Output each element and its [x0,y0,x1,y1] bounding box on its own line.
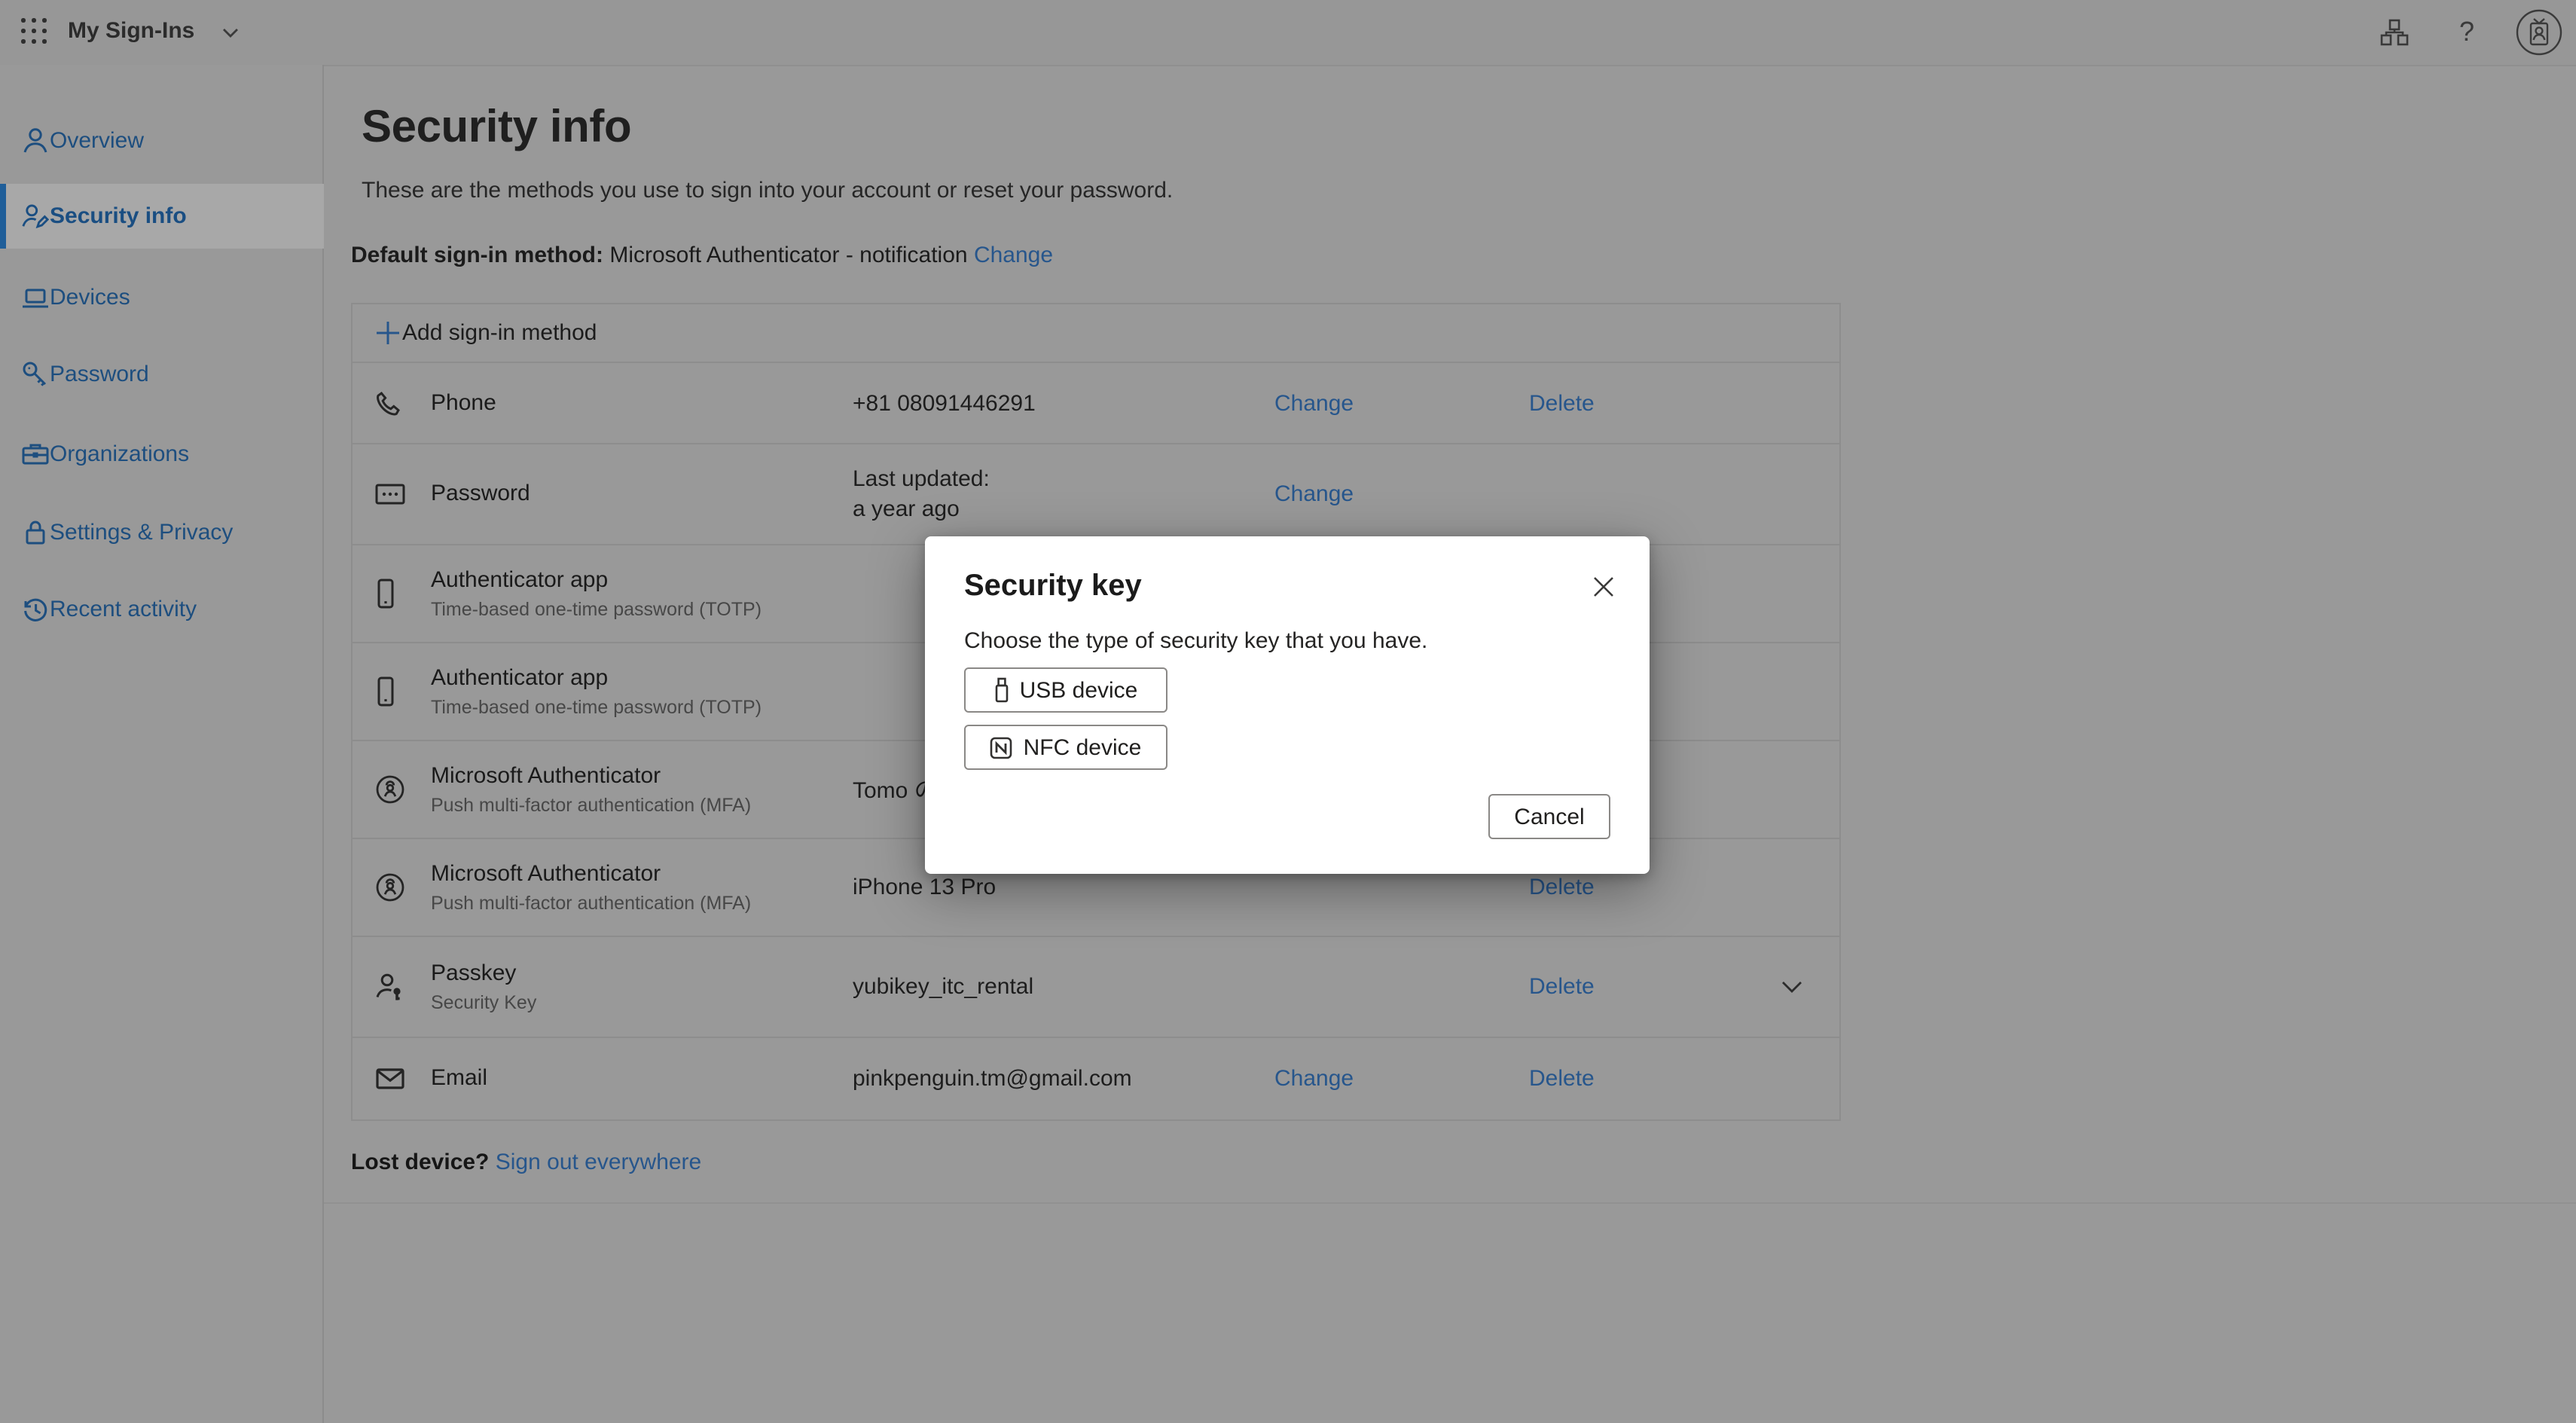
dialog-title: Security key [964,570,1142,604]
history-icon [21,595,50,624]
key-icon [21,360,50,389]
sidebar-item-devices[interactable]: Devices [0,265,324,330]
page-title: Security info [362,102,631,154]
nfc-device-button[interactable]: NFC device [964,725,1167,770]
app-title[interactable]: My Sign-Ins [68,18,194,44]
delete-link[interactable]: Delete [1529,974,1595,1000]
cancel-button-label: Cancel [1514,804,1584,829]
mobile-phone-icon [375,579,405,609]
method-sublabel: Push multi-factor authentication (MFA) [431,795,751,816]
top-app-bar: My Sign-Ins ? [0,0,2576,66]
method-label: Passkey [431,960,516,986]
lost-device-line: Lost device? Sign out everywhere [351,1150,701,1175]
table-row-passkey: Passkey Security Key yubikey_itc_rental … [353,936,1839,1037]
default-method-change-link[interactable]: Change [974,243,1053,268]
usb-stick-icon [994,676,1009,704]
close-icon[interactable] [1585,568,1621,604]
laptop-icon [21,283,50,312]
method-value: pinkpenguin.tm@gmail.com [853,1066,1132,1092]
footer-divider [324,1202,2576,1204]
authenticator-badge-icon [375,872,405,902]
usb-button-label: USB device [1020,677,1138,703]
expand-chevron-down-icon[interactable] [1781,980,1805,994]
sidebar-item-settings-privacy[interactable]: Settings & Privacy [0,500,324,565]
method-label: Phone [431,389,496,415]
nfc-icon [990,736,1013,759]
table-row-phone: Phone +81 08091446291 Change Delete [353,362,1839,443]
method-value: iPhone 13 Pro [853,875,996,900]
nfc-button-label: NFC device [1024,734,1142,760]
table-row-password: Password Last updated: a year ago Change [353,443,1839,544]
sidebar-item-label: Overview [50,128,144,154]
change-link[interactable]: Change [1274,390,1354,416]
mobile-phone-icon [375,676,405,707]
default-signin-method-line: Default sign-in method: Microsoft Authen… [351,243,1053,268]
briefcase-icon [21,440,50,469]
method-value: +81 08091446291 [853,390,1036,416]
page-subtitle: These are the methods you use to sign in… [362,178,1173,203]
password-last-updated: Last updated: [853,466,990,492]
phone-handset-icon [375,389,405,417]
password-updated-ago: a year ago [853,496,990,522]
page: My Sign-Ins ? [0,0,2576,1423]
sidebar-item-password[interactable]: Password [0,342,324,407]
method-sublabel: Time-based one-time password (TOTP) [431,697,762,718]
usb-device-button[interactable]: USB device [964,667,1167,713]
sidebar-nav: Overview Security info Devices [0,65,324,1423]
method-label: Email [431,1065,487,1091]
plus-icon [375,320,401,346]
lost-device-label: Lost device? [351,1150,489,1175]
change-link[interactable]: Change [1274,481,1354,507]
method-sublabel: Time-based one-time password (TOTP) [431,599,762,620]
table-row-email: Email pinkpenguin.tm@gmail.com Change De… [353,1037,1839,1119]
default-method-value: Microsoft Authenticator - notification [609,243,967,268]
sidebar-item-label: Security info [50,203,187,229]
passkey-person-key-icon [375,972,405,1002]
add-signin-method-row[interactable]: Add sign-in method [353,304,1839,362]
email-envelope-icon [375,1067,405,1091]
method-label: Authenticator app [431,665,608,691]
sidebar-item-organizations[interactable]: Organizations [0,422,324,487]
method-value: yubikey_itc_rental [853,974,1033,1000]
method-label: Microsoft Authenticator [431,763,661,789]
method-label: Password [431,481,530,506]
app-title-chevron-down-icon[interactable] [221,0,240,65]
password-dots-icon [375,482,405,506]
cancel-button[interactable]: Cancel [1488,794,1610,839]
app-launcher-waffle-icon[interactable] [21,18,47,44]
method-label: Authenticator app [431,567,608,593]
sidebar-item-security-info[interactable]: Security info [0,184,324,249]
method-label: Microsoft Authenticator [431,861,661,887]
delete-link[interactable]: Delete [1529,390,1595,416]
add-method-label: Add sign-in method [402,320,597,346]
sidebar-item-label: Settings & Privacy [50,520,233,545]
lock-icon [21,518,50,547]
person-edit-icon [21,202,50,231]
sidebar-item-label: Organizations [50,441,189,467]
delete-link[interactable]: Delete [1529,1066,1595,1092]
account-avatar[interactable] [2516,0,2562,65]
sidebar-item-label: Devices [50,285,130,310]
default-method-label: Default sign-in method: [351,243,603,268]
organization-switcher-icon[interactable] [2380,0,2409,65]
dialog-description: Choose the type of security key that you… [964,628,1427,654]
authenticator-badge-icon [375,774,405,805]
sidebar-item-label: Password [50,362,149,387]
method-sublabel: Security Key [431,992,536,1013]
sidebar-item-overview[interactable]: Overview [0,108,324,173]
person-icon [21,127,50,155]
sign-out-everywhere-link[interactable]: Sign out everywhere [496,1150,702,1175]
help-icon[interactable]: ? [2452,0,2481,65]
method-sublabel: Push multi-factor authentication (MFA) [431,893,751,914]
sidebar-item-label: Recent activity [50,597,197,622]
sidebar-item-recent-activity[interactable]: Recent activity [0,577,324,642]
security-key-dialog: Security key Choose the type of security… [925,536,1650,874]
delete-link[interactable]: Delete [1529,875,1595,900]
change-link[interactable]: Change [1274,1066,1354,1092]
